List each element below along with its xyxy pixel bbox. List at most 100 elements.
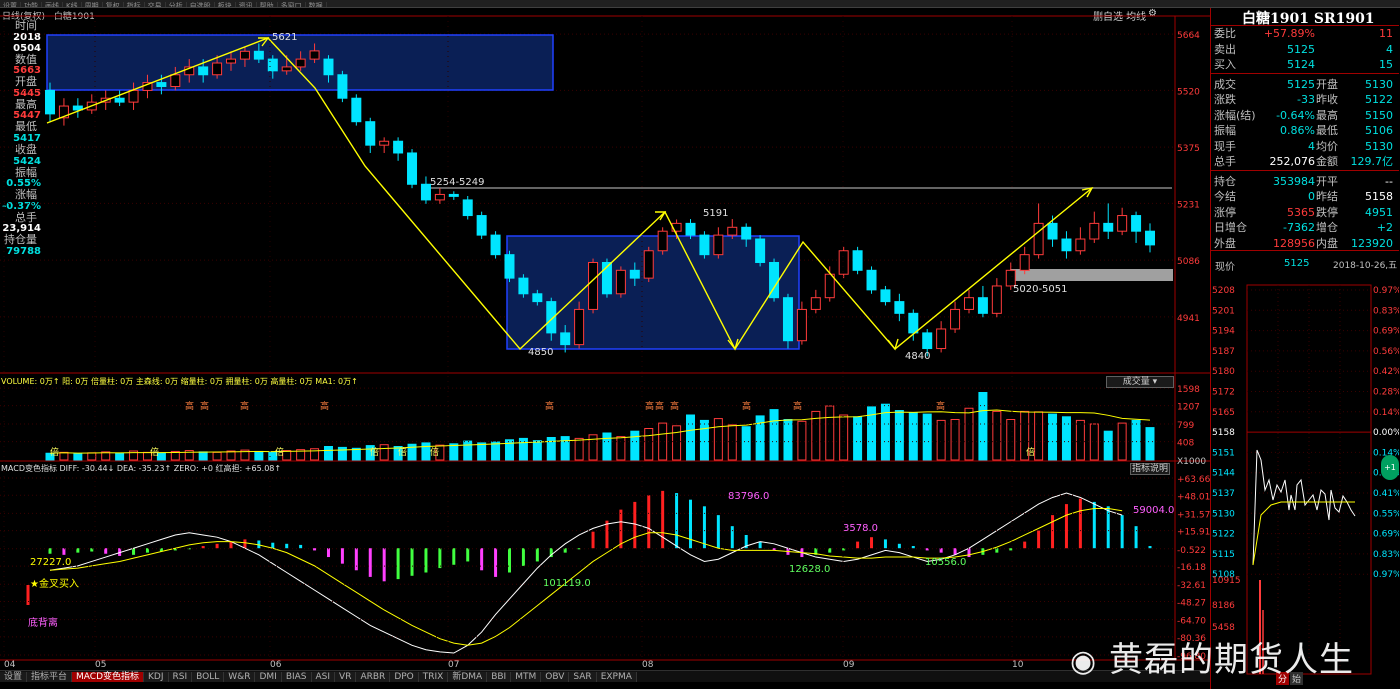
- volume-bar: [839, 414, 849, 461]
- price-tick: 5664: [1177, 31, 1200, 41]
- last-price-value: 5125: [1284, 258, 1310, 269]
- intraday-price-tick: 5115: [1212, 550, 1235, 560]
- quote-value: 0.86%: [1280, 124, 1315, 137]
- candle-body: [407, 152, 418, 185]
- tab-8[interactable]: BIAS: [281, 672, 312, 682]
- candle-body: [838, 250, 849, 275]
- volume-bar: [630, 430, 640, 461]
- candle-body: [560, 332, 571, 346]
- quote-label: 涨幅(结): [1214, 108, 1256, 122]
- tab-11[interactable]: ARBR: [356, 672, 391, 682]
- tab-3[interactable]: KDJ: [144, 672, 169, 682]
- quote-value: 5125: [1287, 42, 1315, 56]
- quote-value-right: 129.7亿: [1350, 155, 1394, 168]
- intraday-pct-tick: 0.42%: [1373, 367, 1399, 377]
- support-label: 5020-5051: [1013, 284, 1068, 295]
- volume-bar: [783, 419, 793, 461]
- quote-value-right: 5106: [1365, 124, 1393, 137]
- volume-bar: [992, 410, 1002, 461]
- tab-19[interactable]: EXPMA: [596, 672, 637, 682]
- candle-body: [365, 121, 376, 146]
- candle-body: [1075, 238, 1086, 252]
- quote-label-right: 开平: [1316, 174, 1338, 188]
- x-tick: 04: [4, 660, 16, 670]
- intraday-chart[interactable]: 5208 0.97% 5201 0.83% 5194 0.69% 5187 0.56% 5180…: [1211, 280, 1399, 680]
- volume-tick: 408: [1177, 439, 1194, 449]
- quote-value-right: 5122: [1365, 93, 1393, 106]
- tab-7[interactable]: DMI: [255, 672, 282, 682]
- volume-bar: [825, 405, 835, 461]
- main-chart[interactable]: 5621 5254-5249 5191 4850 4840 5020-5051 …: [0, 0, 1210, 670]
- tab-0[interactable]: 设置: [0, 672, 28, 682]
- intraday-price-tick: 5122: [1212, 530, 1235, 540]
- volume-bar: [1089, 423, 1099, 461]
- volume-bar: [560, 436, 570, 461]
- candle-body: [128, 89, 139, 103]
- quote-label: 成交: [1214, 77, 1236, 91]
- quote-label: 委比: [1214, 27, 1236, 40]
- volume-bar: [491, 441, 501, 461]
- quote-value-right: 4951: [1365, 205, 1393, 219]
- x-tick: 05: [95, 660, 106, 670]
- quote-value: -7362: [1283, 221, 1315, 234]
- volume-indicator-select[interactable]: 成交量 ▾: [1106, 376, 1174, 388]
- volume-bar: [978, 392, 988, 461]
- macd-tick: -32.61: [1177, 581, 1206, 591]
- volume-bar: [658, 422, 668, 461]
- tab-15[interactable]: BBI: [487, 672, 512, 682]
- intraday-price-tick: 5130: [1212, 509, 1235, 519]
- volume-bar: [616, 436, 626, 461]
- volume-bar: [212, 451, 222, 461]
- macd-tick: -64.70: [1177, 617, 1206, 627]
- tab-10[interactable]: VR: [335, 672, 357, 682]
- candle-body: [741, 226, 752, 240]
- tab-1[interactable]: 指标平台: [27, 672, 73, 682]
- volume-bar: [477, 442, 487, 461]
- macd-label-3: 83796.0: [728, 491, 770, 502]
- tab-5[interactable]: BOLL: [192, 672, 225, 682]
- quote-label: 振幅: [1214, 124, 1236, 137]
- volume-bar: [532, 440, 542, 461]
- tab-6[interactable]: W&R: [224, 672, 256, 682]
- volume-bar: [602, 432, 612, 461]
- candle-body: [866, 269, 877, 291]
- quote-value-right: 5150: [1365, 108, 1393, 122]
- quote-label: 涨停: [1214, 205, 1236, 219]
- tab-17[interactable]: OBV: [541, 672, 570, 682]
- intraday-price-tick: 5144: [1212, 469, 1235, 479]
- quote-row: 涨停 5365 跌停 4951: [1212, 205, 1397, 220]
- quote-value-right: 11: [1379, 27, 1393, 40]
- indicator-help-button[interactable]: 指标说明: [1130, 463, 1170, 475]
- intraday-pct-tick: 0.55%: [1373, 509, 1399, 519]
- quote-row: 委比 +57.89% 11: [1212, 26, 1397, 41]
- x-tick: 09: [843, 660, 855, 670]
- tab-14[interactable]: 新DMA: [448, 672, 488, 682]
- candle-body: [281, 66, 292, 72]
- tab-13[interactable]: TRIX: [418, 672, 449, 682]
- candle-body: [936, 328, 947, 350]
- macd-tick: -0.522: [1177, 546, 1206, 556]
- candle-body: [1117, 215, 1128, 232]
- candle-body: [629, 269, 640, 279]
- volume-tag: 倍: [430, 446, 439, 458]
- quote-label-right: 金额: [1316, 155, 1338, 168]
- candle-body: [1131, 215, 1142, 232]
- volume-bar: [1075, 419, 1085, 461]
- tab-18[interactable]: SAR: [569, 672, 597, 682]
- volume-bar: [379, 444, 389, 461]
- volume-tag: 高: [200, 400, 209, 412]
- tab-9[interactable]: ASI: [311, 672, 336, 682]
- tab-4[interactable]: RSI: [168, 672, 193, 682]
- candle-body: [1145, 230, 1155, 246]
- macd-label-6: 10556.0: [925, 557, 967, 568]
- x-tick: 06: [270, 660, 282, 670]
- tab-16[interactable]: MTM: [511, 672, 542, 682]
- quote-row: 外盘 128956 内盘 123920: [1212, 236, 1397, 251]
- quote-value: +57.89%: [1263, 27, 1315, 40]
- float-badge[interactable]: +1: [1381, 455, 1399, 480]
- tab-12[interactable]: DPO: [390, 672, 419, 682]
- volume-tick: 799: [1177, 421, 1194, 431]
- tab-2[interactable]: MACD变色指标: [72, 672, 145, 682]
- quote-value-right: 5130: [1365, 77, 1393, 91]
- volume-tag: 倍: [150, 446, 159, 458]
